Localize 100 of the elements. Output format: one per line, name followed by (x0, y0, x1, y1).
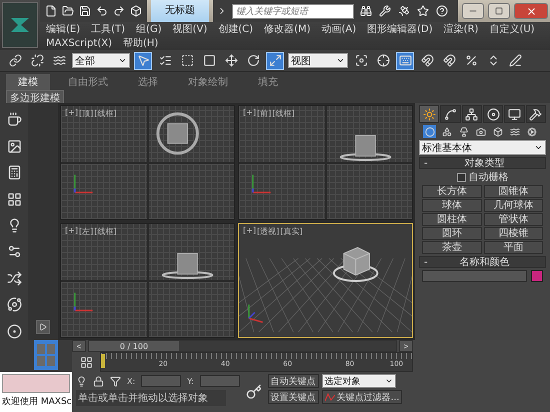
color-swatch[interactable] (531, 270, 543, 282)
menu-item[interactable]: 工具(T) (91, 22, 126, 36)
viewport-label[interactable]: [线框] (272, 108, 294, 119)
previous-frame-button[interactable]: < (72, 340, 86, 352)
object-type-button[interactable]: 圆环 (422, 227, 482, 240)
key-filters-button[interactable]: 关键点过滤器... (322, 390, 402, 404)
viewport-label[interactable]: [前] (256, 108, 272, 119)
box-with-ring-drawing (340, 134, 392, 162)
curve-tab[interactable] (440, 105, 461, 123)
new-file-icon[interactable] (44, 4, 58, 18)
menu-item[interactable]: 自定义(U) (489, 22, 535, 36)
object-type-button[interactable]: 管状体 (484, 213, 543, 226)
menu-item[interactable]: 动画(A) (322, 22, 356, 36)
shapes-icon[interactable] (440, 125, 453, 138)
x-coordinate-field[interactable] (141, 375, 182, 387)
keyboard-tool[interactable] (396, 52, 414, 70)
menu-item[interactable]: 创建(C) (218, 22, 254, 36)
viewport-label[interactable]: [顶] (78, 108, 94, 119)
lock-icon[interactable] (93, 376, 104, 386)
star-icon[interactable] (416, 4, 430, 18)
ribbon-tab[interactable]: 填充 (246, 74, 290, 90)
filter-icon[interactable] (110, 376, 121, 386)
curve-icon (444, 108, 457, 120)
time-slider-track[interactable]: 0 / 100 (88, 340, 397, 352)
set-key-button[interactable]: 设置关键点 (268, 390, 319, 404)
binoculars-icon[interactable] (359, 4, 373, 18)
axis-tripod-icon (74, 174, 93, 194)
object-type-button[interactable]: 圆锥体 (484, 185, 543, 198)
wrench-icon[interactable] (378, 4, 392, 18)
object-type-button[interactable]: 圆柱体 (422, 213, 482, 226)
y-coordinate-field[interactable] (200, 375, 240, 387)
viewport[interactable]: [+][透视][真实] (238, 223, 413, 338)
menu-item[interactable]: 渲染(R) (444, 22, 478, 36)
time-slider-thumb[interactable]: 0 / 100 (89, 341, 179, 351)
viewport-label[interactable]: [线框] (94, 226, 116, 237)
menu-item[interactable]: 视图(V) (172, 22, 208, 36)
save-icon[interactable] (78, 4, 92, 18)
listener-field[interactable] (2, 374, 70, 393)
viewport-label[interactable]: [透视] (256, 226, 280, 237)
object-type-button[interactable]: 球体 (422, 199, 482, 212)
sun-tab[interactable] (419, 105, 440, 123)
ribbon-tab[interactable]: 自由形式 (56, 74, 120, 90)
reference-coordinate-dropdown[interactable]: 视图 (288, 53, 348, 68)
ribbon-tab[interactable]: 对象绘制 (176, 74, 240, 90)
viewport-label[interactable]: [线框] (94, 108, 116, 119)
viewport-label[interactable]: [+] (65, 226, 78, 237)
menu-item[interactable]: 帮助(H) (122, 36, 158, 50)
help-icon[interactable] (435, 4, 449, 18)
selection-filter-dropdown[interactable]: 全部 (72, 53, 130, 68)
box-icon[interactable] (491, 125, 504, 138)
satellite-icon[interactable] (397, 4, 411, 18)
category-dropdown[interactable]: 标准基本体 (419, 140, 546, 155)
object-type-button[interactable]: 长方体 (422, 185, 482, 198)
auto-key-button[interactable]: 自动关键点 (268, 374, 319, 388)
redo-icon[interactable] (112, 4, 126, 18)
close-button[interactable] (514, 3, 548, 19)
checkbox[interactable] (456, 172, 466, 182)
current-time-marker[interactable] (101, 354, 105, 368)
disc-tab[interactable] (482, 105, 504, 123)
ribbon-tab[interactable]: 建模 (6, 74, 50, 90)
next-frame-button[interactable]: > (399, 340, 413, 352)
viewport-label[interactable]: [+] (243, 226, 256, 237)
pointer-tool[interactable] (134, 52, 152, 70)
menu-item[interactable]: 图形编辑器(D) (367, 22, 433, 36)
rollout-header[interactable]: - 名称和颜色 (419, 256, 546, 268)
hammer-icon (529, 108, 542, 120)
undo-icon[interactable] (95, 4, 109, 18)
lightbulb-icon[interactable] (76, 376, 87, 386)
scale-icon (268, 54, 282, 67)
viewport-label[interactable]: [真实] (280, 226, 302, 237)
collapse-toggle[interactable]: - (424, 158, 428, 168)
rollout-header[interactable]: - 对象类型 (419, 157, 546, 169)
menu-item[interactable]: 编辑(E) (46, 22, 80, 36)
ribbon-tab[interactable]: 选择 (126, 74, 170, 90)
object-type-button[interactable]: 平面 (484, 241, 543, 254)
scale-tool[interactable] (266, 52, 284, 70)
maximize-button[interactable] (488, 3, 510, 19)
viewport[interactable]: [+][前][线框] (238, 105, 413, 220)
search-field[interactable]: 键入关键字或短语 (232, 4, 354, 18)
menu-item[interactable]: MAXScript(X) (46, 38, 112, 48)
minimize-button[interactable] (462, 3, 484, 19)
viewport-label[interactable]: [+] (243, 108, 256, 119)
collapse-toggle[interactable]: - (424, 256, 428, 268)
object-type-button[interactable]: 几何球体 (484, 199, 543, 212)
menu-item[interactable]: 组(G) (136, 22, 162, 36)
viewport[interactable]: [+][左][线框] (60, 223, 235, 338)
menu-item[interactable]: 修改器(M) (264, 22, 310, 36)
hammer-tab[interactable] (526, 105, 546, 123)
name-field[interactable] (422, 270, 527, 282)
play-button[interactable] (36, 320, 50, 334)
viewport[interactable]: [+][顶][线框] (60, 105, 235, 220)
viewport-label[interactable]: [左] (78, 226, 94, 237)
key-set-dropdown[interactable]: 选定对象 (322, 374, 396, 388)
hierarchy-tab[interactable] (462, 105, 482, 123)
folder-icon[interactable] (61, 4, 75, 18)
viewport-label[interactable]: [+] (65, 108, 78, 119)
object-type-button[interactable]: 茶壶 (422, 241, 482, 254)
object-type-button[interactable]: 四棱锥 (484, 227, 543, 240)
monitor-tab[interactable] (504, 105, 525, 123)
app-logo[interactable] (2, 2, 38, 48)
